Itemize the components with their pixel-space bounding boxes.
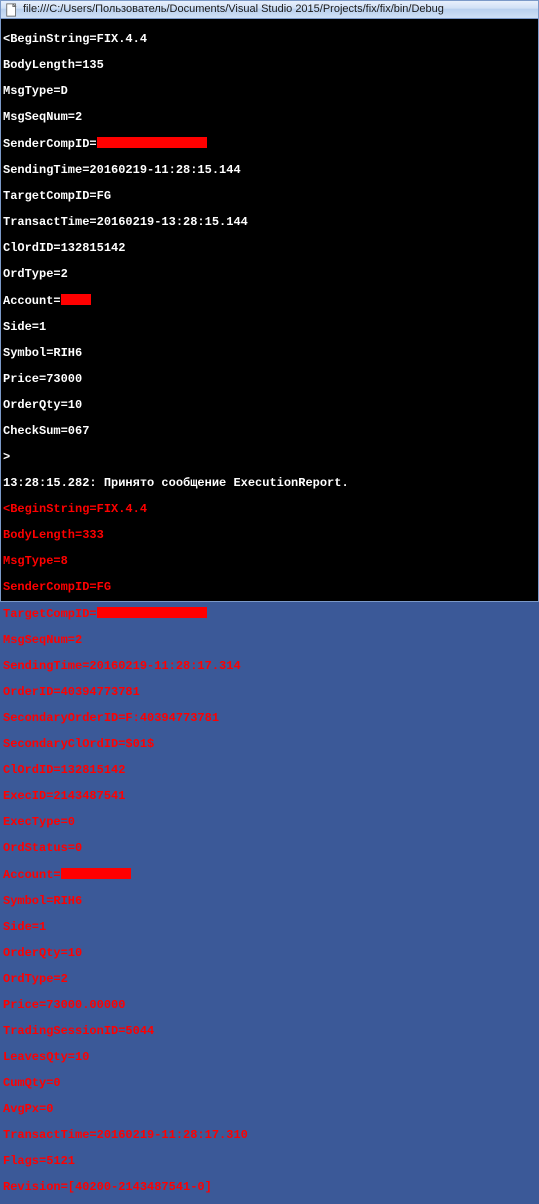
out-line: BodyLength=135 bbox=[3, 59, 536, 72]
out-line: TargetCompID= bbox=[3, 607, 536, 621]
out-line: SenderCompID=FG bbox=[3, 581, 536, 594]
out-line: Symbol=RIH6 bbox=[3, 347, 536, 360]
out-line: MsgSeqNum=2 bbox=[3, 634, 536, 647]
out-line: CheckSum=067 bbox=[3, 425, 536, 438]
out-line: Side=1 bbox=[3, 921, 536, 934]
out-text: SenderCompID= bbox=[3, 137, 97, 151]
out-line: MsgType=D bbox=[3, 85, 536, 98]
out-line: SecondaryOrderID=F:40394773781 bbox=[3, 712, 536, 725]
out-line: MsgType=8 bbox=[3, 555, 536, 568]
out-line: ClOrdID=132815142 bbox=[3, 764, 536, 777]
titlebar-path: file:///C:/Users/Пользователь/Documents/… bbox=[23, 3, 444, 16]
out-line: TargetCompID=FG bbox=[3, 190, 536, 203]
out-line: Price=73000 bbox=[3, 373, 536, 386]
out-text: TargetCompID= bbox=[3, 607, 97, 621]
out-line: OrderID=40394773781 bbox=[3, 686, 536, 699]
out-line: > bbox=[3, 451, 536, 464]
redacted-block bbox=[97, 137, 207, 148]
out-line: Account= bbox=[3, 294, 536, 308]
out-line: OrdType=2 bbox=[3, 973, 536, 986]
out-line: OrderQty=10 bbox=[3, 399, 536, 412]
console-output: <BeginString=FIX.4.4 BodyLength=135 MsgT… bbox=[1, 19, 538, 601]
out-line: BodyLength=333 bbox=[3, 529, 536, 542]
out-line: TransactTime=20160219-13:28:15.144 bbox=[3, 216, 536, 229]
redacted-block bbox=[97, 607, 207, 618]
out-line: Flags=5121 bbox=[3, 1155, 536, 1168]
titlebar[interactable]: file:///C:/Users/Пользователь/Documents/… bbox=[1, 1, 538, 19]
out-line: <BeginString=FIX.4.4 bbox=[3, 33, 536, 46]
out-line: SecondaryClOrdID=$01$ bbox=[3, 738, 536, 751]
out-line: Revision=[40200-2143487541-0] bbox=[3, 1181, 536, 1194]
out-line: SendingTime=20160219-11:28:15.144 bbox=[3, 164, 536, 177]
out-text: Account= bbox=[3, 868, 61, 882]
out-line: ExecID=2143487541 bbox=[3, 790, 536, 803]
out-line: CumQty=0 bbox=[3, 1077, 536, 1090]
out-line: TradingSessionID=5044 bbox=[3, 1025, 536, 1038]
redacted-block bbox=[61, 868, 131, 879]
console-window: file:///C:/Users/Пользователь/Documents/… bbox=[0, 0, 539, 602]
out-line: SenderCompID= bbox=[3, 137, 536, 151]
out-line: OrderQty=10 bbox=[3, 947, 536, 960]
out-line: TransactTime=20160219-11:28:17.310 bbox=[3, 1129, 536, 1142]
page-icon bbox=[5, 3, 19, 17]
out-line: Account= bbox=[3, 868, 536, 882]
out-line: Symbol=RIH6 bbox=[3, 895, 536, 908]
out-status: 13:28:15.282: Принято сообщение Executio… bbox=[3, 477, 536, 490]
out-line: OrdType=2 bbox=[3, 268, 536, 281]
out-line: Side=1 bbox=[3, 321, 536, 334]
out-line: AvgPx=0 bbox=[3, 1103, 536, 1116]
redacted-block bbox=[61, 294, 91, 305]
out-line: ExecType=0 bbox=[3, 816, 536, 829]
out-line: LeavesQty=10 bbox=[3, 1051, 536, 1064]
out-line: ClOrdID=132815142 bbox=[3, 242, 536, 255]
out-text: Account= bbox=[3, 294, 61, 308]
out-line: <BeginString=FIX.4.4 bbox=[3, 503, 536, 516]
out-line: Price=73000.00000 bbox=[3, 999, 536, 1012]
out-line: OrdStatus=0 bbox=[3, 842, 536, 855]
out-line: MsgSeqNum=2 bbox=[3, 111, 536, 124]
out-line: SendingTime=20160219-11:28:17.314 bbox=[3, 660, 536, 673]
